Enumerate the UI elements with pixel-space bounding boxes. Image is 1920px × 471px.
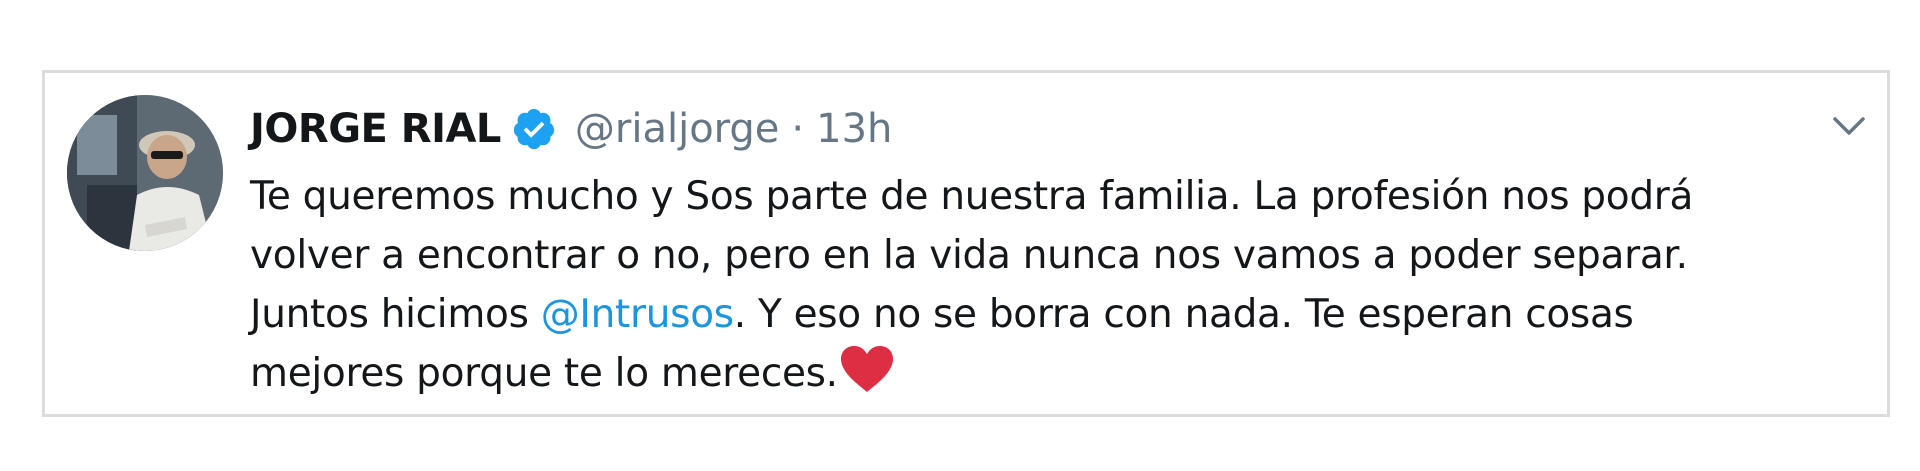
tweet-text-line: volver a encontrar o no, pero en la vida…	[250, 233, 1688, 278]
avatar[interactable]	[67, 95, 223, 251]
avatar-photo	[67, 95, 223, 251]
author-name[interactable]: JORGE RIAL	[250, 106, 501, 152]
tweet-text: Te queremos mucho y Sos parte de nuestra…	[250, 167, 1850, 403]
mention-link[interactable]: @Intrusos	[541, 292, 734, 337]
tweet-text-segment: . Y eso no se borra con nada. Te esperan…	[733, 292, 1634, 337]
timestamp[interactable]: 13h	[816, 106, 892, 152]
tweet-text-line: Juntos hicimos @Intrusos. Y eso no se bo…	[250, 285, 1850, 344]
tweet-text-line: mejores porque te lo mereces.	[250, 344, 1850, 403]
tweet-card[interactable]: JORGE RIAL @rialjorge · 13h Te queremos …	[42, 70, 1890, 417]
heart-emoji-icon	[838, 344, 896, 394]
verified-badge-icon	[511, 106, 557, 152]
separator-dot: ·	[791, 106, 805, 152]
tweet-text-segment: mejores porque te lo mereces.	[250, 351, 838, 396]
tweet-text-segment: Juntos hicimos	[250, 292, 541, 337]
tweet-header: JORGE RIAL @rialjorge · 13h	[250, 99, 892, 159]
author-handle[interactable]: @rialjorge	[575, 106, 780, 152]
tweet-text-line: Te queremos mucho y Sos parte de nuestra…	[250, 174, 1694, 219]
chevron-down-icon[interactable]	[1829, 111, 1869, 141]
